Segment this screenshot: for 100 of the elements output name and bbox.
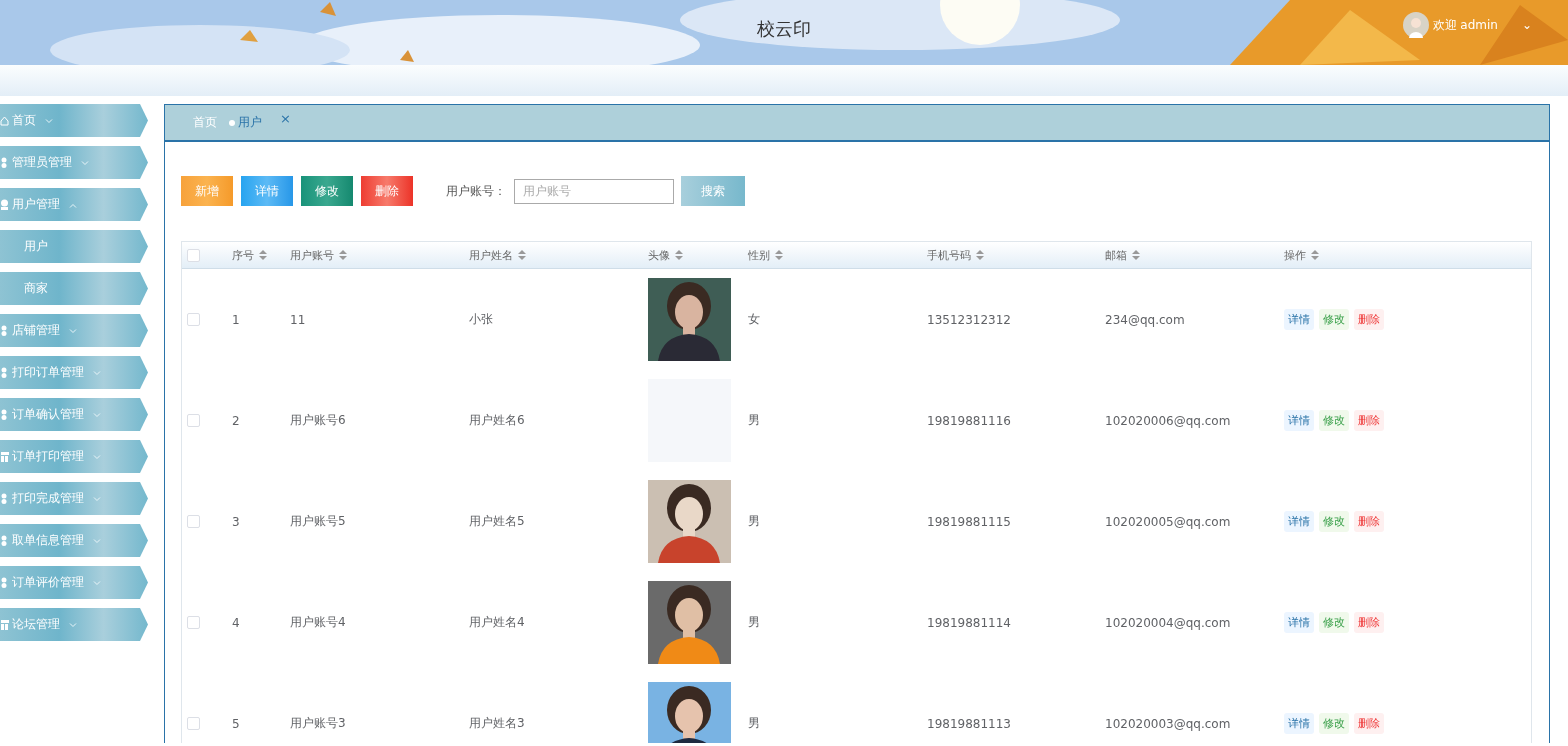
select-all-checkbox[interactable] xyxy=(187,248,200,262)
sidebar-item[interactable]: 管理员管理 xyxy=(0,146,148,179)
search-button[interactable]: 搜索 xyxy=(681,176,745,206)
sidebar-item[interactable]: 打印订单管理 xyxy=(0,356,148,389)
edit-button[interactable]: 修改 xyxy=(1319,713,1349,734)
row-checkbox[interactable] xyxy=(187,515,200,528)
table-cell: 用户姓名5 xyxy=(469,514,525,528)
delete-button[interactable]: 删除 xyxy=(1354,713,1384,734)
grid-icon xyxy=(0,619,9,630)
sidebar-item[interactable]: 论坛管理 xyxy=(0,608,148,641)
dots-icon xyxy=(0,493,9,504)
dots-icon xyxy=(0,367,9,378)
dots-icon xyxy=(0,409,9,420)
table-cell: 女 xyxy=(748,312,760,326)
page-title: 校云印 xyxy=(756,17,812,41)
detail-button[interactable]: 详情 xyxy=(1284,309,1314,330)
sort-icon xyxy=(518,250,526,260)
column-header[interactable]: 序号 xyxy=(232,247,254,263)
search-label: 用户账号： xyxy=(446,182,506,200)
dots-icon xyxy=(0,535,9,546)
table-cell: 19819881116 xyxy=(927,413,1011,428)
table-cell: 11 xyxy=(290,312,306,327)
table-cell: 男 xyxy=(748,413,760,427)
edit-button[interactable]: 修改 xyxy=(1319,511,1349,532)
edit-button[interactable]: 修改 xyxy=(1319,410,1349,431)
sort-icon xyxy=(775,250,783,260)
row-checkbox[interactable] xyxy=(187,414,200,427)
sidebar-item[interactable]: 商家 xyxy=(0,272,148,305)
column-header[interactable]: 手机号码 xyxy=(927,247,971,263)
column-header[interactable]: 用户姓名 xyxy=(469,247,513,263)
table-cell: 4 xyxy=(232,615,240,630)
sidebar-item[interactable]: 订单确认管理 xyxy=(0,398,148,431)
row-checkbox[interactable] xyxy=(187,717,200,730)
table-cell: 1 xyxy=(232,312,240,327)
table-cell: 用户姓名6 xyxy=(469,413,525,427)
sidebar-item[interactable]: 订单打印管理 xyxy=(0,440,148,473)
sort-icon xyxy=(1311,250,1319,260)
edit-button[interactable]: 修改 xyxy=(1319,309,1349,330)
delete-button[interactable]: 删除 xyxy=(1354,410,1384,431)
sidebar-item[interactable]: 用户 xyxy=(0,230,148,263)
table-cell: 用户账号3 xyxy=(290,716,346,730)
add-button[interactable]: 新增 xyxy=(181,176,233,206)
delete-button[interactable]: 删除 xyxy=(1354,612,1384,633)
table-cell: 男 xyxy=(748,514,760,528)
close-icon[interactable]: × xyxy=(280,111,291,126)
table-cell: 用户姓名3 xyxy=(469,716,525,730)
sidebar-item[interactable]: 用户管理 xyxy=(0,188,148,221)
sidebar-item[interactable]: 打印完成管理 xyxy=(0,482,148,515)
detail-button[interactable]: 详情 xyxy=(241,176,293,206)
delete-button[interactable]: 删除 xyxy=(1354,511,1384,532)
sidebar-item[interactable]: 首页 xyxy=(0,104,148,137)
detail-button[interactable]: 详情 xyxy=(1284,410,1314,431)
table-cell: 5 xyxy=(232,716,240,731)
table-cell: 13512312312 xyxy=(927,312,1011,327)
person-icon xyxy=(0,199,9,210)
column-header[interactable]: 用户账号 xyxy=(290,247,334,263)
user-greeting[interactable]: 欢迎 admin xyxy=(1432,16,1498,34)
table-cell: 102020004@qq.com xyxy=(1105,615,1231,630)
table-cell: 男 xyxy=(748,716,760,730)
table-cell: 234@qq.com xyxy=(1105,312,1185,327)
sort-icon xyxy=(1132,250,1140,260)
column-header[interactable]: 性别 xyxy=(748,247,770,263)
table-cell: 102020003@qq.com xyxy=(1105,716,1231,731)
table-cell: 3 xyxy=(232,514,240,529)
column-header[interactable]: 邮箱 xyxy=(1105,247,1127,263)
sidebar-item[interactable]: 订单评价管理 xyxy=(0,566,148,599)
search-field[interactable]: 用户账号 xyxy=(514,178,674,204)
sidebar-item[interactable]: 店铺管理 xyxy=(0,314,148,347)
table-cell: 19819881113 xyxy=(927,716,1011,731)
table-cell: 用户账号6 xyxy=(290,413,346,427)
row-checkbox[interactable] xyxy=(187,616,200,629)
delete-button[interactable]: 删除 xyxy=(1354,309,1384,330)
table-cell: 用户姓名4 xyxy=(469,615,525,629)
table-cell: 102020006@qq.com xyxy=(1105,413,1231,428)
table-cell: 102020005@qq.com xyxy=(1105,514,1231,529)
detail-button[interactable]: 详情 xyxy=(1284,511,1314,532)
grid-icon xyxy=(0,451,9,462)
delete-button[interactable]: 删除 xyxy=(361,176,413,206)
column-header[interactable]: 头像 xyxy=(648,247,670,263)
table-cell: 男 xyxy=(748,615,760,629)
column-header[interactable]: 操作 xyxy=(1284,247,1306,263)
table-cell: 用户账号5 xyxy=(290,514,346,528)
edit-button[interactable]: 修改 xyxy=(301,176,353,206)
table-cell: 19819881115 xyxy=(927,514,1011,529)
table-cell: 19819881114 xyxy=(927,615,1011,630)
sidebar-item[interactable]: 取单信息管理 xyxy=(0,524,148,557)
tab[interactable]: 用户 xyxy=(229,114,262,131)
avatar-icon xyxy=(1402,12,1429,38)
detail-button[interactable]: 详情 xyxy=(1284,713,1314,734)
row-checkbox[interactable] xyxy=(187,313,200,326)
home-icon xyxy=(0,115,9,126)
caret-icon[interactable]: ⌄ xyxy=(1521,18,1532,32)
sort-icon xyxy=(259,250,267,260)
table-cell: 用户账号4 xyxy=(290,615,346,629)
table-cell: 小张 xyxy=(469,312,493,326)
sort-icon xyxy=(976,250,984,260)
dots-icon xyxy=(0,577,9,588)
sort-icon xyxy=(339,250,347,260)
detail-button[interactable]: 详情 xyxy=(1284,612,1314,633)
edit-button[interactable]: 修改 xyxy=(1319,612,1349,633)
